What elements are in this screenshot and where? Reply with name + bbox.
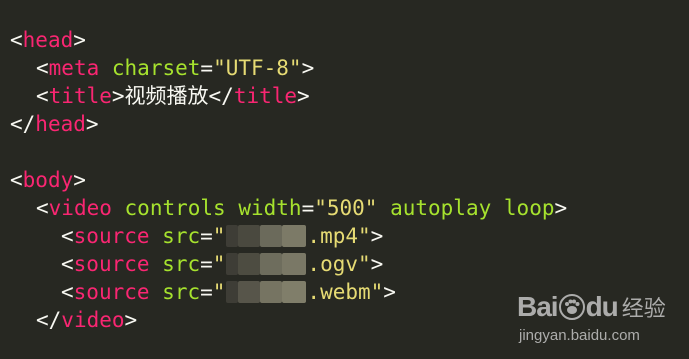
paw-icon <box>558 294 585 320</box>
token-punct: </ <box>10 112 36 136</box>
token-punct: > <box>370 224 384 248</box>
token-punct: > <box>85 112 99 136</box>
token-punct: > <box>297 84 310 108</box>
code-line-video-close: </video> <box>0 306 137 334</box>
token-punct: </ <box>36 308 62 332</box>
token-attr: loop <box>503 196 555 220</box>
token-attr: width <box>238 196 302 220</box>
token-string: " <box>212 280 226 304</box>
token-string: .mp4" <box>307 224 371 248</box>
token-tag: head <box>35 112 86 136</box>
logo-text-du: du <box>585 291 619 322</box>
token-attr: autoplay <box>390 196 492 220</box>
token-punct: < <box>61 224 74 248</box>
logo-text-bai: Bai <box>517 291 559 322</box>
token-tag: body <box>22 168 74 192</box>
token-tag: video <box>61 308 125 332</box>
token-punct: < <box>10 28 23 52</box>
token-punct: = <box>301 196 315 220</box>
token-string: "500" <box>314 196 378 220</box>
token-punct: > <box>73 168 86 192</box>
baidu-logo: Bai du 经验 <box>517 289 666 325</box>
token-punct: </ <box>208 84 234 108</box>
code-line-source-webm: <source src=" .webm"> <box>0 278 396 306</box>
token-tag: video <box>48 196 112 220</box>
token-punct: > <box>383 280 396 304</box>
token-punct: > <box>111 84 125 108</box>
token-string: .webm" <box>307 280 384 304</box>
token-tag: title <box>233 84 298 108</box>
token-punct: < <box>36 84 49 108</box>
token-punct: = <box>200 252 213 276</box>
token-string: " <box>212 224 226 248</box>
baidu-jingyan-watermark: Bai du 经验 jingyan.baidu.com <box>517 289 677 349</box>
token-punct: > <box>370 252 384 276</box>
token-string: "UTF-8" <box>213 56 302 80</box>
token-attr: controls <box>124 196 226 220</box>
token-text: 视频播放 <box>124 84 209 108</box>
token-punct: < <box>10 168 23 192</box>
code-line-body-open: <body> <box>0 166 86 194</box>
token-punct: > <box>124 308 138 332</box>
token-tag: source <box>73 280 150 304</box>
token-punct: = <box>200 224 213 248</box>
token-punct: > <box>554 196 568 220</box>
code-line-source-mp4: <source src=" .mp4"> <box>0 222 383 250</box>
redacted-filename <box>226 253 307 275</box>
token-punct: = <box>200 56 214 80</box>
code-line-head-close: </head> <box>0 110 99 138</box>
redacted-filename <box>226 281 307 303</box>
token-punct: < <box>61 252 74 276</box>
token-punct: < <box>61 280 74 304</box>
token-tag: head <box>22 28 74 52</box>
code-line-source-ogv: <source src=" .ogv"> <box>0 250 383 278</box>
code-editor[interactable]: <head> <meta charset="UTF-8"> <title>视频播… <box>0 0 689 359</box>
token-punct: > <box>73 28 86 52</box>
token-tag: source <box>73 224 150 248</box>
token-tag: source <box>73 252 150 276</box>
token-string: .ogv" <box>307 252 371 276</box>
token-punct: > <box>301 56 315 80</box>
token-string: " <box>212 252 226 276</box>
code-line-video-open: <video controls width="500" autoplay loo… <box>0 194 567 222</box>
token-attr: src <box>162 224 201 248</box>
token-attr: charset <box>111 56 201 80</box>
token-punct: < <box>36 196 49 220</box>
token-attr: src <box>162 280 201 304</box>
code-line-title: <title>视频播放</title> <box>0 82 310 110</box>
redacted-filename <box>226 225 307 247</box>
logo-text-jingyan: 经验 <box>621 297 666 322</box>
token-tag: meta <box>48 56 100 80</box>
token-attr: src <box>162 252 201 276</box>
token-punct: = <box>200 280 213 304</box>
code-line-meta: <meta charset="UTF-8"> <box>0 54 314 82</box>
watermark-url: jingyan.baidu.com <box>519 327 640 344</box>
token-tag: title <box>48 84 112 108</box>
token-punct: < <box>36 56 49 80</box>
code-line-head-open: <head> <box>0 26 86 54</box>
